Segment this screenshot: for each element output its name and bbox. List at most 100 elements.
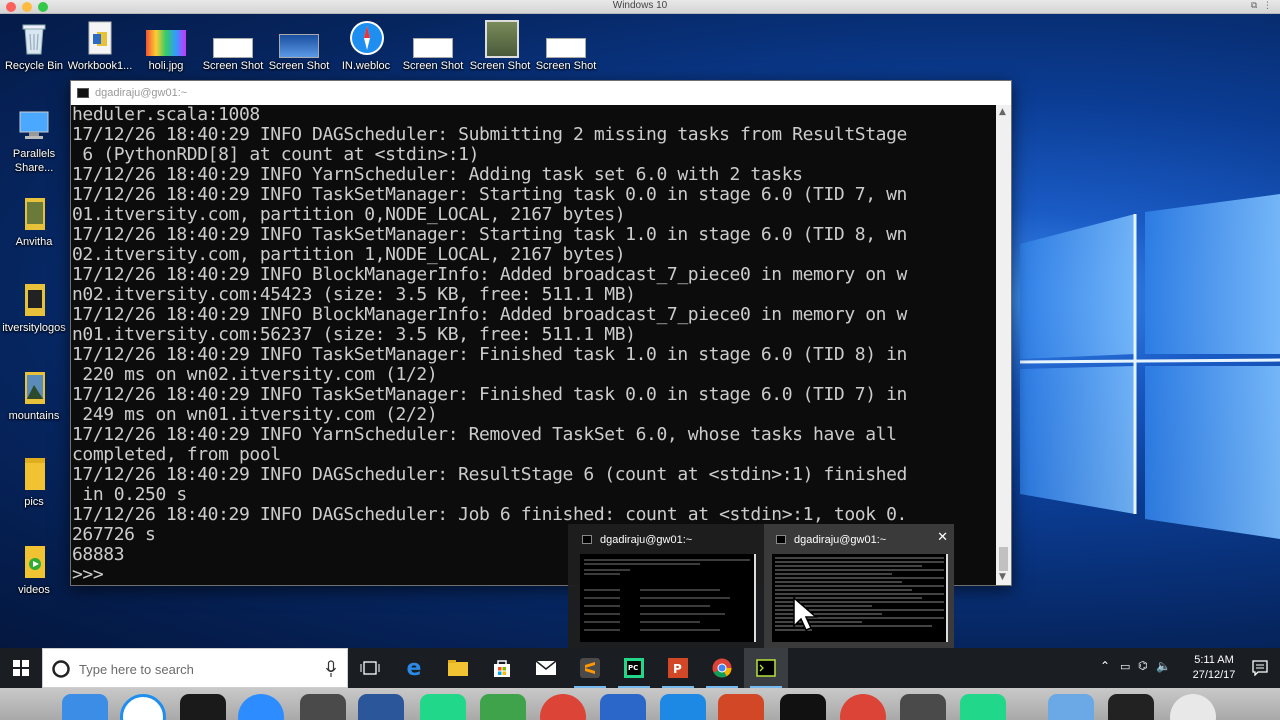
- terminal-titlebar[interactable]: dgadiraju@gw01:~: [71, 81, 1011, 105]
- scroll-down-arrow-icon[interactable]: ▼: [999, 572, 1006, 582]
- close-icon[interactable]: ✕: [937, 530, 948, 545]
- screenshot-3-desktop-icon[interactable]: Screen Shot: [399, 20, 467, 73]
- screenshot-2-label: Screen Shot: [268, 60, 330, 72]
- mountains-label: mountains: [8, 410, 60, 422]
- chrome-dock-icon-2[interactable]: [840, 694, 886, 720]
- terminal-line: 17/12/26 18:40:29 INFO BlockManagerInfo:…: [72, 264, 907, 285]
- mountains-desktop-icon[interactable]: mountains: [0, 370, 68, 423]
- in-webloc-label: IN.webloc: [341, 60, 391, 72]
- folder-dock-icon[interactable]: [1048, 694, 1094, 720]
- mac-titlebar-controls[interactable]: ⧉ ⋮: [1251, 0, 1272, 13]
- restore-icon[interactable]: ⧉: [1251, 1, 1257, 11]
- screenshot-1-desktop-icon[interactable]: Screen Shot: [199, 20, 267, 73]
- screenshot-thumbnail-icon: [483, 20, 519, 58]
- videos-desktop-icon[interactable]: videos: [0, 544, 68, 597]
- recycle-bin-desktop-icon[interactable]: Recycle Bin: [0, 20, 68, 73]
- terminal-line: 02.itversity.com, partition 1,NODE_LOCAL…: [72, 244, 626, 265]
- terminal-line: heduler.scala:1008: [72, 105, 260, 125]
- image-file-icon: [17, 370, 51, 406]
- terminal-scrollbar[interactable]: ▲ ▼: [996, 105, 1011, 585]
- terminal-line: 17/12/26 18:40:29 INFO TaskSetManager: S…: [72, 224, 907, 245]
- terminal-dock-icon-2[interactable]: [780, 694, 826, 720]
- mail-taskbar-button[interactable]: [524, 648, 568, 688]
- thumbnail-preview: [772, 554, 948, 642]
- scrollbar-thumb[interactable]: [999, 547, 1008, 571]
- screenshot-4-desktop-icon[interactable]: Screen Shot: [466, 20, 534, 73]
- video-file-icon: [17, 544, 51, 580]
- system-tray: ⌃ ▭ ⌬ 🔈 5:11 AM 27/12/17: [1090, 648, 1280, 688]
- parallels-dock-icon[interactable]: [600, 694, 646, 720]
- sublime-dock-icon[interactable]: [300, 694, 346, 720]
- parallels-label-line2: Share...: [14, 162, 54, 174]
- file-explorer-taskbar-button[interactable]: [436, 648, 480, 688]
- chevron-up-icon[interactable]: ⌃: [1100, 659, 1110, 673]
- scroll-up-arrow-icon[interactable]: ▲: [999, 107, 1006, 117]
- edge-taskbar-button[interactable]: e: [392, 648, 436, 688]
- screenshot-thumbnail-icon: [413, 20, 453, 58]
- recycle-bin-icon: [17, 20, 51, 56]
- image-file-icon: [17, 196, 51, 232]
- thumbnail-terminal-1[interactable]: dgadiraju@gw01:~: [568, 524, 758, 648]
- windows-dock-icon[interactable]: [660, 694, 706, 720]
- screen-dock-icon[interactable]: [1108, 694, 1154, 720]
- svg-text:PC: PC: [628, 664, 638, 672]
- edge-browser-icon: e: [406, 655, 422, 681]
- volume-icon[interactable]: 🔈: [1156, 659, 1171, 673]
- action-center-icon[interactable]: [1252, 660, 1268, 676]
- search-input[interactable]: [79, 659, 309, 679]
- sublime-text-taskbar-button[interactable]: [568, 648, 612, 688]
- finder-dock-icon[interactable]: [62, 694, 108, 720]
- options-icon[interactable]: ⋮: [1263, 1, 1272, 11]
- itversitylogos-desktop-icon[interactable]: itversitylogos: [0, 282, 68, 335]
- folder-icon: [448, 660, 468, 676]
- zoom-dock-icon[interactable]: [238, 694, 284, 720]
- holi-image-desktop-icon[interactable]: holi.jpg: [132, 20, 200, 73]
- chrome-taskbar-button[interactable]: [700, 648, 744, 688]
- thumbnail-terminal-2[interactable]: dgadiraju@gw01:~ ✕: [764, 524, 954, 648]
- store-taskbar-button[interactable]: [480, 648, 524, 688]
- safari-dock-icon[interactable]: [120, 694, 166, 720]
- terminal-app-icon: [776, 535, 786, 544]
- pics-desktop-icon[interactable]: pics: [0, 456, 68, 509]
- terminal-window[interactable]: dgadiraju@gw01:~ heduler.scala:1008 17/12…: [70, 80, 1012, 586]
- terminal-dock-icon[interactable]: [180, 694, 226, 720]
- itversitylogos-label: itversitylogos: [2, 322, 66, 334]
- chrome-dock-icon[interactable]: [540, 694, 586, 720]
- pycharm-taskbar-button[interactable]: PC: [612, 648, 656, 688]
- thumbnail-preview: [580, 554, 756, 642]
- screenshot-2-desktop-icon[interactable]: Screen Shot: [265, 20, 333, 73]
- start-button[interactable]: [0, 648, 42, 688]
- pycharm-dock-icon-2[interactable]: [960, 694, 1006, 720]
- screenshot-thumbnail-icon: [279, 20, 319, 58]
- mail-envelope-icon: [535, 660, 557, 675]
- wifi-icon[interactable]: ⌬: [1138, 659, 1148, 672]
- trash-dock-icon[interactable]: [1170, 694, 1216, 720]
- sublime-dock-icon-2[interactable]: [900, 694, 946, 720]
- terminal-taskbar-button[interactable]: [744, 648, 788, 688]
- windows-taskbar: e PC P ⌃ ▭ ⌬ 🔈 5:11 AM 27/12/17: [0, 648, 1280, 688]
- chrome-browser-icon: [712, 658, 732, 678]
- microphone-icon[interactable]: [325, 660, 337, 678]
- app-dock-icon[interactable]: [480, 694, 526, 720]
- task-view-button[interactable]: [348, 648, 392, 688]
- pycharm-icon: PC: [624, 658, 644, 678]
- workbook-desktop-icon[interactable]: Workbook1...: [66, 20, 134, 73]
- holi-label: holi.jpg: [148, 60, 184, 72]
- taskbar-clock[interactable]: 5:11 AM 27/12/17: [1186, 653, 1242, 683]
- taskbar-search-box[interactable]: [42, 648, 348, 688]
- cortana-circle-icon: [52, 660, 70, 678]
- powerpoint-dock-icon[interactable]: [718, 694, 764, 720]
- terminal-line: completed, from pool: [72, 444, 281, 465]
- screenshot-thumbnail-icon: [213, 20, 253, 58]
- parallels-shared-desktop-icon[interactable]: Parallels Share...: [0, 108, 68, 175]
- in-webloc-desktop-icon[interactable]: IN.webloc: [332, 20, 400, 73]
- terminal-output[interactable]: heduler.scala:1008 17/12/26 18:40:29 INFO…: [71, 105, 997, 585]
- powerpoint-taskbar-button[interactable]: P: [656, 648, 700, 688]
- terminal-line: 17/12/26 18:40:29 INFO TaskSetManager: F…: [72, 344, 907, 365]
- anvitha-desktop-icon[interactable]: Anvitha: [0, 196, 68, 249]
- word-dock-icon[interactable]: [358, 694, 404, 720]
- sublime-text-icon: [580, 658, 600, 678]
- pycharm-dock-icon[interactable]: [420, 694, 466, 720]
- screenshot-5-desktop-icon[interactable]: Screen Shot: [532, 20, 600, 73]
- network-icon[interactable]: ▭: [1120, 660, 1130, 673]
